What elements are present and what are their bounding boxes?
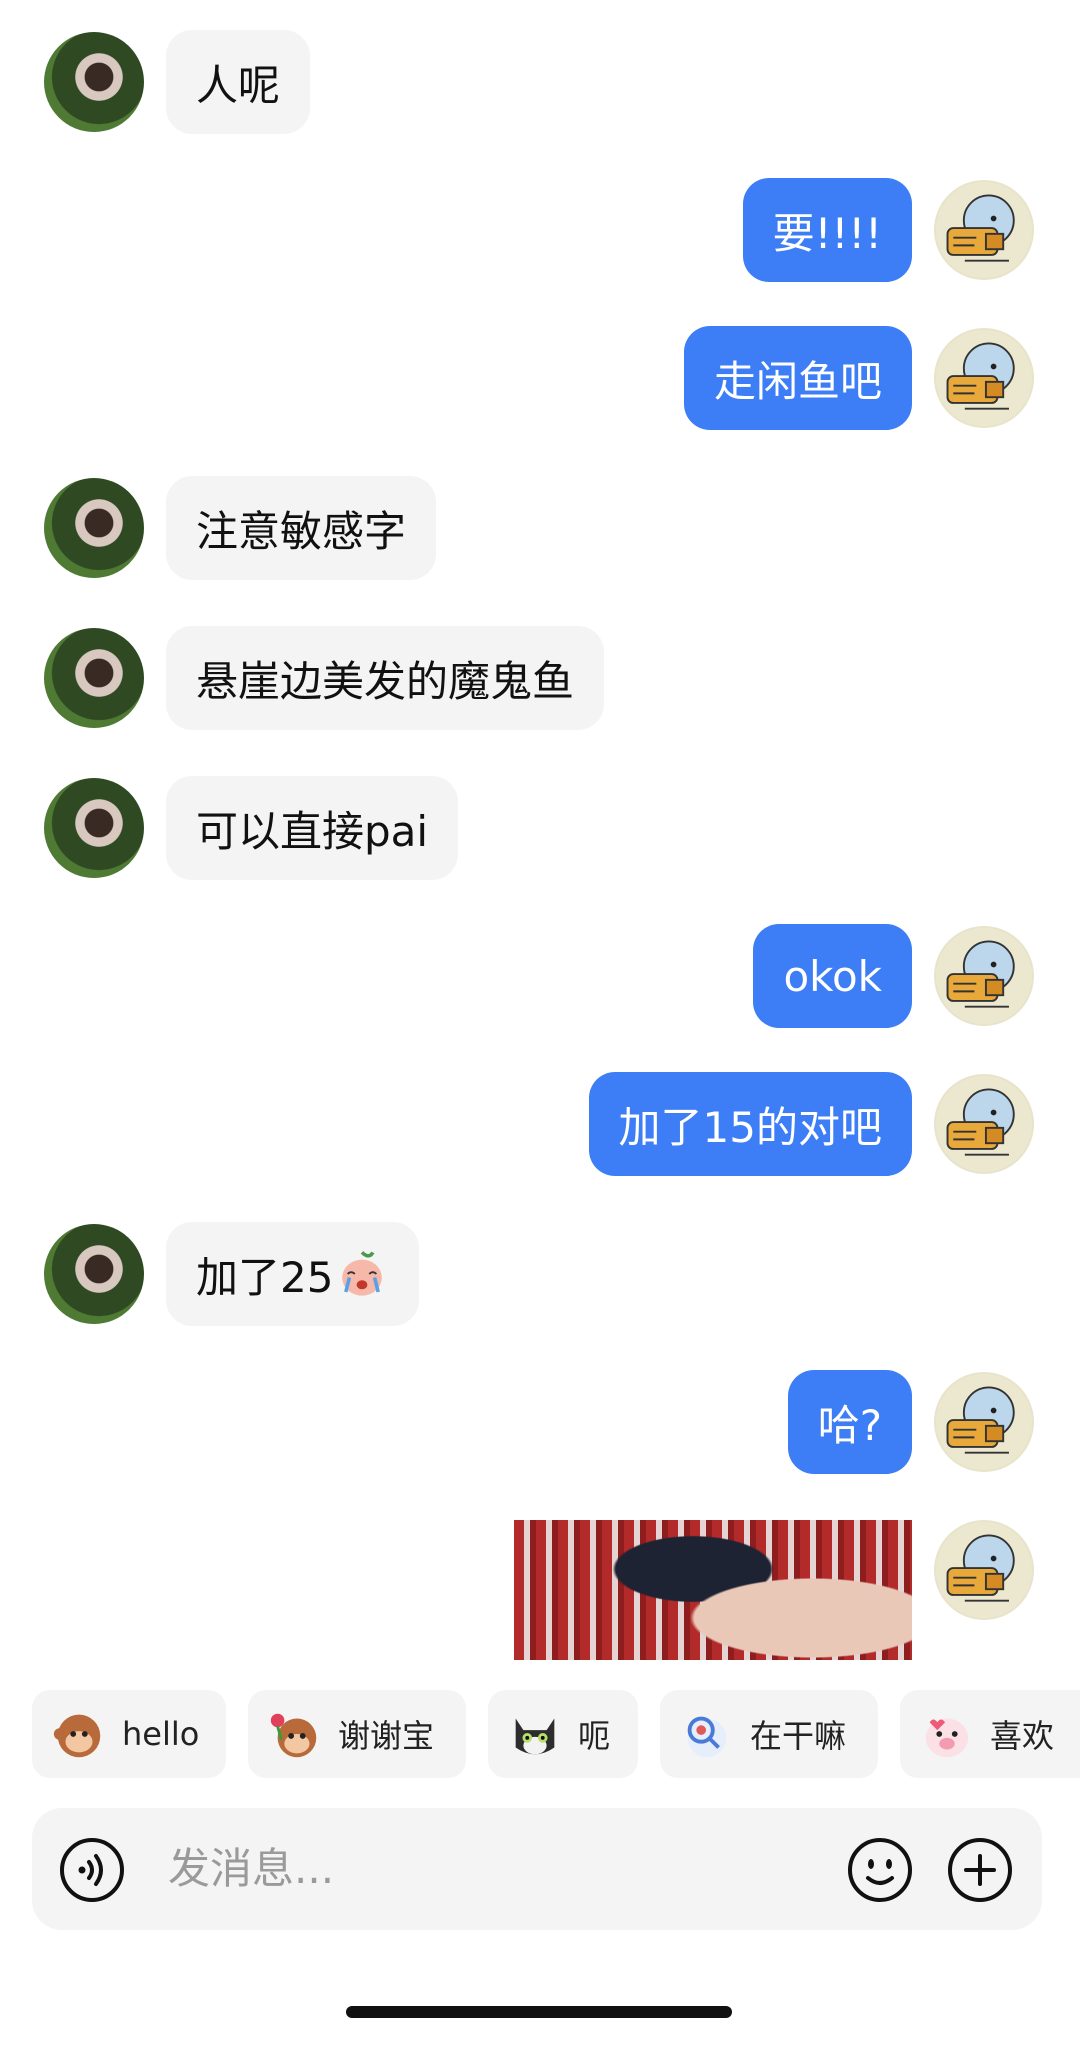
message-bubble-received[interactable]: 人呢: [166, 30, 311, 134]
message-row: 走闲鱼吧: [0, 326, 1080, 430]
message-row: okok: [0, 924, 1080, 1028]
message-row: 加了25: [0, 1222, 1080, 1326]
self-avatar[interactable]: [934, 926, 1034, 1026]
quick-reply-whatcha-doing[interactable]: 在干嘛: [660, 1690, 878, 1778]
message-text: 加了25: [196, 1252, 334, 1302]
contact-avatar[interactable]: [44, 32, 144, 132]
emoji-picker-icon[interactable]: [846, 1836, 914, 1904]
cat-icon: [515, 1718, 555, 1755]
contact-avatar[interactable]: [44, 478, 144, 578]
self-avatar[interactable]: [934, 1074, 1034, 1174]
contact-avatar[interactable]: [44, 628, 144, 728]
message-bubble-sent[interactable]: 哈?: [787, 1370, 912, 1474]
message-input[interactable]: 发消息...: [168, 1808, 334, 1930]
more-actions-plus-icon[interactable]: [946, 1836, 1014, 1904]
crying-peach-emoji-icon: [342, 1251, 383, 1296]
chip-label: 喜欢: [990, 1717, 1055, 1755]
message-row: 要!!!!: [0, 178, 1080, 282]
chip-label: 谢谢宝: [338, 1717, 435, 1755]
message-bubble-sent[interactable]: 加了15的对吧: [588, 1072, 912, 1176]
monkey-wave-icon: [53, 1714, 101, 1758]
bird-avatar-icon: [946, 1386, 1015, 1454]
message-bubble-sent[interactable]: okok: [753, 924, 912, 1028]
image-message[interactable]: [514, 1520, 912, 1660]
message-row: 哈?: [0, 1370, 1080, 1474]
message-bubble-received[interactable]: 注意敏感字: [166, 476, 437, 580]
home-indicator[interactable]: [346, 2006, 732, 2018]
message-input-bar: 发消息...: [32, 1808, 1042, 1930]
bird-avatar-icon: [946, 940, 1015, 1008]
message-bubble-sent[interactable]: 要!!!!: [742, 178, 912, 282]
message-row: 注意敏感字: [0, 476, 1080, 580]
self-avatar[interactable]: [934, 1372, 1034, 1472]
chip-label: 在干嘛: [750, 1717, 847, 1755]
self-avatar[interactable]: [934, 1520, 1034, 1620]
message-row: 可以直接pai: [0, 776, 1080, 880]
chip-label: 呃: [578, 1717, 611, 1755]
message-row: 人呢: [0, 30, 1080, 134]
bird-avatar-icon: [946, 194, 1015, 262]
quick-reply-like[interactable]: 喜欢: [900, 1690, 1080, 1778]
message-bubble-received[interactable]: 悬崖边美发的魔鬼鱼: [166, 626, 605, 730]
bird-avatar-icon: [946, 1534, 1015, 1602]
quick-reply-uh[interactable]: 呃: [488, 1690, 638, 1778]
quick-reply-hello[interactable]: hello: [32, 1690, 226, 1778]
bird-avatar-icon: [946, 342, 1015, 410]
message-row: 悬崖边美发的魔鬼鱼: [0, 626, 1080, 730]
quick-reply-bar[interactable]: hello 谢谢宝 呃 在干嘛 喜欢: [0, 1690, 1080, 1780]
message-list[interactable]: 人呢 要!!!! 走闲鱼吧 注意敏感字 悬崖边美发的魔鬼鱼 可以直接pai ok…: [0, 0, 1080, 1660]
self-avatar[interactable]: [934, 180, 1034, 280]
contact-avatar[interactable]: [44, 1224, 144, 1324]
message-bubble-sent[interactable]: 走闲鱼吧: [683, 326, 912, 430]
message-bubble-received[interactable]: 可以直接pai: [166, 776, 459, 880]
bird-avatar-icon: [946, 1088, 1015, 1156]
message-bubble-received[interactable]: 加了25: [166, 1222, 420, 1326]
chip-label: hello: [122, 1715, 200, 1753]
monkey-flower-icon: [270, 1713, 317, 1758]
quick-reply-thanks[interactable]: 谢谢宝: [248, 1690, 466, 1778]
self-avatar[interactable]: [934, 328, 1034, 428]
message-row: 加了15的对吧: [0, 1072, 1080, 1176]
contact-avatar[interactable]: [44, 778, 144, 878]
pig-heart-icon: [925, 1718, 969, 1758]
bird-magnifier-icon: [687, 1716, 727, 1758]
voice-input-icon[interactable]: [58, 1836, 126, 1904]
